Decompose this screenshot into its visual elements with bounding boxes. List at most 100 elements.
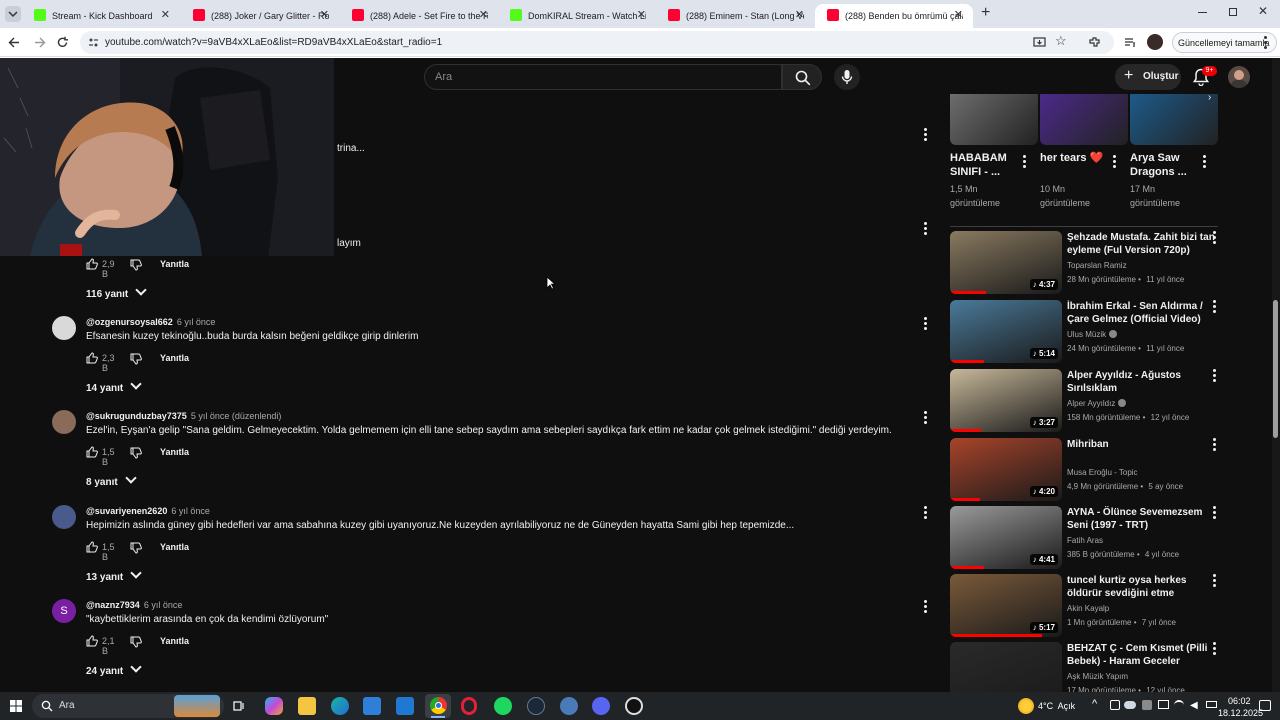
notifications-icon[interactable] xyxy=(1259,700,1271,711)
comment-author-handle[interactable]: @suvariyenen2620 xyxy=(86,506,167,516)
video-menu-icon[interactable] xyxy=(1212,300,1218,314)
channel-name[interactable]: Alper Ayyıldız xyxy=(1067,399,1127,408)
cloud-icon[interactable] xyxy=(1124,701,1136,709)
tab-search-button[interactable] xyxy=(5,6,21,22)
comment-time[interactable]: 6 yıl önce xyxy=(171,506,210,516)
recommendation-item[interactable]: ♪ 4:41 AYNA - Ölünce Sevemezsem Seni (199… xyxy=(950,506,1220,570)
mail-icon[interactable] xyxy=(396,697,414,715)
comment-menu-icon[interactable] xyxy=(923,317,929,331)
taskbar-search-box[interactable]: Ara xyxy=(32,694,224,718)
file-explorer-icon[interactable] xyxy=(298,697,316,715)
comment-menu-icon[interactable] xyxy=(923,222,929,236)
clock-time[interactable]: 06:02 xyxy=(1228,696,1251,706)
volume-icon[interactable]: ◀ xyxy=(1190,700,1198,711)
settings-icon[interactable] xyxy=(560,697,578,715)
video-thumbnail[interactable]: ♪ 4:20 xyxy=(950,438,1062,501)
tab-close-icon[interactable]: ✕ xyxy=(161,8,170,21)
tab-close-icon[interactable]: ✕ xyxy=(320,8,329,21)
shorts-thumbnail[interactable] xyxy=(950,94,1038,145)
tab-close-icon[interactable]: ✕ xyxy=(795,8,804,21)
close-window-button[interactable]: ✕ xyxy=(1258,4,1268,18)
comment-author-handle[interactable]: @naznz7934 xyxy=(86,600,140,610)
video-menu-icon[interactable] xyxy=(1212,574,1218,588)
clock-date[interactable]: 18.12.2025 xyxy=(1218,708,1263,718)
comment-menu-icon[interactable] xyxy=(923,600,929,614)
forward-icon[interactable] xyxy=(33,36,46,49)
media-control-icon[interactable] xyxy=(1124,36,1137,49)
tab-close-icon[interactable]: ✕ xyxy=(479,8,488,21)
like-icon[interactable] xyxy=(86,541,98,553)
opera-icon[interactable] xyxy=(461,697,477,715)
video-thumbnail[interactable] xyxy=(950,642,1062,692)
comment-avatar[interactable] xyxy=(52,505,76,529)
restore-button[interactable] xyxy=(1229,8,1237,16)
shorts-title[interactable]: HABABAM SINIFI - ... xyxy=(950,151,1020,179)
video-title[interactable]: Mihriban xyxy=(1067,438,1217,451)
tab-close-icon[interactable]: ✕ xyxy=(954,8,963,21)
video-thumbnail[interactable]: ♪ 4:41 xyxy=(950,506,1062,569)
display-icon[interactable] xyxy=(1158,700,1169,709)
shorts-title[interactable]: her tears ❤️ xyxy=(1040,151,1110,165)
dislike-icon[interactable] xyxy=(130,636,142,648)
video-title[interactable]: AYNA - Ölünce Sevemezsem Seni (1997 - TR… xyxy=(1067,506,1217,532)
channel-name[interactable]: Musa Eroğlu - Topic xyxy=(1067,468,1138,477)
avatar[interactable] xyxy=(1228,66,1250,88)
back-icon[interactable] xyxy=(8,36,21,49)
video-thumbnail[interactable]: ♪ 4:37 xyxy=(950,231,1062,294)
comment-avatar[interactable] xyxy=(52,316,76,340)
video-title[interactable]: BEHZAT Ç - Cem Kısmet (Pilli Bebek) - Ha… xyxy=(1067,642,1217,668)
reload-icon[interactable] xyxy=(56,36,69,49)
channel-name-text[interactable]: Fatih Aras xyxy=(1067,536,1103,545)
video-thumbnail[interactable]: ♪ 5:14 xyxy=(950,300,1062,363)
new-tab-button[interactable]: + xyxy=(981,5,995,21)
video-title[interactable]: İbrahim Erkal - Sen Aldırma / Çare Gelme… xyxy=(1067,300,1217,326)
video-menu-icon[interactable] xyxy=(1212,231,1218,245)
replies-toggle[interactable]: 8 yanıt xyxy=(86,472,137,488)
site-info-icon[interactable] xyxy=(88,37,99,48)
like-icon[interactable] xyxy=(86,446,98,458)
video-menu-icon[interactable] xyxy=(1212,642,1218,656)
windows-start-icon[interactable] xyxy=(10,700,22,712)
task-view-icon[interactable] xyxy=(233,700,245,712)
replies-toggle[interactable]: 14 yanıt xyxy=(86,378,142,394)
channel-name-text[interactable]: Alper Ayyıldız xyxy=(1067,399,1115,408)
browser-tab[interactable]: (288) Benden bu ömrümü çalan ✕ xyxy=(815,4,973,28)
obs-icon[interactable] xyxy=(625,697,643,715)
comment-time[interactable]: 6 yıl önce xyxy=(144,600,183,610)
comment-menu-icon[interactable] xyxy=(923,128,929,142)
wifi-icon[interactable] xyxy=(1174,700,1184,710)
comment-author-handle[interactable]: @ozgenursoysal662 xyxy=(86,317,173,327)
channel-name-text[interactable]: Ulus Müzik xyxy=(1067,330,1106,339)
browser-tab[interactable]: (288) Adele - Set Fire to the Rai ✕ xyxy=(340,4,498,28)
shorts-thumbnail[interactable] xyxy=(1130,94,1218,145)
channel-name[interactable]: Aşk Müzik Yapım xyxy=(1067,672,1128,681)
dislike-icon[interactable] xyxy=(130,447,142,459)
video-menu-icon[interactable] xyxy=(1212,506,1218,520)
browser-tab[interactable]: (288) Eminem - Stan (Long Vers ✕ xyxy=(656,4,814,28)
comment-time[interactable]: 5 yıl önce (düzenlendi) xyxy=(191,411,282,421)
spotify-icon[interactable] xyxy=(494,697,512,715)
reply-button[interactable]: Yanıtla xyxy=(160,353,189,363)
video-thumbnail[interactable]: ♪ 3:27 xyxy=(950,369,1062,432)
channel-name[interactable]: Fatih Aras xyxy=(1067,536,1103,545)
recommendation-item[interactable]: ♪ 4:37 Şehzade Mustafa. Zahit bizi tan ey… xyxy=(950,231,1220,295)
tab-close-icon[interactable]: ✕ xyxy=(637,8,646,21)
recommendation-item[interactable]: BEHZAT Ç - Cem Kısmet (Pilli Bebek) - Ha… xyxy=(950,642,1220,692)
comment-author[interactable]: @naznz7934 6 yıl önce xyxy=(86,600,182,610)
voice-search-button[interactable] xyxy=(834,64,860,90)
video-menu-icon[interactable] xyxy=(1212,369,1218,383)
recommendation-item[interactable]: ♪ 5:14 İbrahim Erkal - Sen Aldırma / Çare… xyxy=(950,300,1220,364)
power-icon[interactable] xyxy=(1206,701,1217,708)
shorts-title[interactable]: Arya Saw Dragons ... xyxy=(1130,151,1200,179)
video-menu-icon[interactable] xyxy=(1212,438,1218,452)
channel-name[interactable]: Toparslan Ramiz xyxy=(1067,261,1127,270)
discord-icon[interactable] xyxy=(592,697,610,715)
url-field[interactable]: youtube.com/watch?v=9aVB4xXLaEo&list=RD9… xyxy=(80,31,1114,54)
comment-avatar[interactable] xyxy=(52,410,76,434)
comment-author[interactable]: @sukrugunduzbay7375 5 yıl önce (düzenlend… xyxy=(86,411,281,421)
replies-toggle[interactable]: 24 yanıt xyxy=(86,661,142,677)
reply-button[interactable]: Yanıtla xyxy=(160,542,189,552)
comment-time[interactable]: 6 yıl önce xyxy=(177,317,216,327)
shorts-menu-icon[interactable] xyxy=(1202,155,1208,169)
comment-menu-icon[interactable] xyxy=(923,411,929,425)
